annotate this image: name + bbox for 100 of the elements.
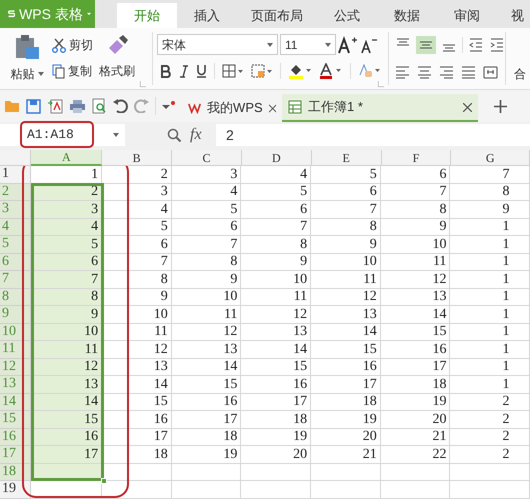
document-tab[interactable]: 我的WPS: [182, 94, 282, 122]
table-cell: 7: [31, 271, 102, 288]
row-header[interactable]: 19: [0, 481, 32, 498]
ribbon-tab[interactable]: 审阅: [437, 3, 497, 28]
table-cell: 18: [380, 376, 450, 394]
table-cell: 6: [311, 184, 381, 201]
table-cell: 1: [450, 236, 530, 254]
cut-button[interactable]: 剪切: [52, 36, 93, 54]
formula-field[interactable]: 2: [216, 124, 530, 146]
table-cell: 19: [241, 428, 312, 446]
table-cell: 9: [241, 254, 312, 271]
align-center-icon[interactable]: [417, 66, 432, 79]
printer-icon[interactable]: [69, 98, 86, 114]
table-cell: 1: [450, 341, 530, 358]
close-icon[interactable]: [463, 102, 472, 112]
save-icon[interactable]: [26, 98, 41, 114]
table-cell: 20: [380, 411, 450, 428]
underline-icon[interactable]: [196, 64, 207, 78]
function-label[interactable]: fx: [190, 123, 208, 147]
align-middle-icon[interactable]: [416, 36, 436, 54]
table-cell: 18: [241, 411, 312, 428]
table-cell: 16: [241, 376, 312, 394]
table-cell: 21: [311, 446, 381, 464]
column-header[interactable]: G: [451, 150, 530, 166]
table-cell: 15: [241, 358, 312, 376]
caret-icon: [38, 72, 44, 76]
table-cell: 1: [450, 324, 530, 341]
table-cell: 6: [380, 166, 450, 184]
fill-color-icon[interactable]: [288, 63, 312, 79]
table-cell: 14: [311, 324, 381, 341]
table-cell: 8: [102, 271, 172, 288]
paste-button[interactable]: 粘贴: [8, 34, 46, 89]
eraser-icon[interactable]: [358, 63, 382, 79]
pattern-icon[interactable]: [251, 64, 273, 78]
table-cell: 9: [450, 201, 530, 218]
table-cell: 14: [380, 306, 450, 324]
close-icon[interactable]: [268, 104, 276, 112]
fill-handle[interactable]: [101, 478, 107, 484]
copy-button[interactable]: 复制: [52, 62, 93, 80]
row-header[interactable]: 1: [0, 166, 32, 184]
table-cell: 4: [241, 166, 312, 184]
table-cell: 15: [311, 341, 381, 358]
bold-icon[interactable]: [161, 64, 172, 78]
table-cell: 2: [450, 428, 530, 446]
font-color-icon[interactable]: [319, 63, 343, 79]
format-painter-button[interactable]: 格式刷: [99, 34, 135, 89]
table-cell: 5: [241, 184, 312, 201]
table-cell: 4: [102, 201, 172, 218]
launcher-icon: [378, 81, 384, 87]
add-tab-icon[interactable]: [494, 100, 507, 112]
table-cell: 10: [172, 288, 242, 306]
ribbon-tab[interactable]: 开始: [117, 3, 177, 28]
align-left-icon[interactable]: [395, 66, 410, 79]
dropdown-dot-icon[interactable]: [162, 100, 176, 112]
grow-font-icon[interactable]: [338, 36, 358, 54]
table-cell: 21: [380, 428, 450, 446]
table-cell: 2: [102, 166, 172, 184]
table-cell: 18: [102, 446, 172, 464]
distribute-icon[interactable]: [483, 66, 498, 79]
font-name-field[interactable]: 宋体: [157, 34, 278, 55]
column-header[interactable]: E: [312, 150, 382, 166]
table-cell: 13: [31, 376, 102, 394]
column-header[interactable]: C: [172, 150, 242, 166]
table-cell: 10: [311, 254, 381, 271]
column-header[interactable]: A: [31, 150, 102, 166]
italic-icon[interactable]: [179, 64, 189, 78]
increase-indent-icon[interactable]: [489, 37, 505, 53]
table-cell: 8: [241, 236, 312, 254]
ribbon-tab[interactable]: 视: [497, 3, 530, 28]
justify-icon[interactable]: [461, 66, 476, 79]
table-cell: 2: [450, 394, 530, 411]
column-header[interactable]: F: [382, 150, 452, 166]
caret-icon: [113, 133, 119, 137]
font-size-field[interactable]: 11: [280, 34, 336, 55]
table-cell: 11: [241, 288, 312, 306]
borders-icon[interactable]: [222, 64, 244, 78]
zoom-icon[interactable]: [167, 128, 182, 142]
ribbon-tab[interactable]: 公式: [317, 3, 377, 28]
table-cell: 11: [380, 254, 450, 271]
pdf-export-icon[interactable]: [47, 98, 63, 114]
decrease-indent-icon[interactable]: [468, 37, 484, 53]
table-cell: 14: [241, 341, 312, 358]
table-cell: 19: [172, 446, 242, 464]
table-cell: 11: [311, 271, 381, 288]
scissors-icon: [52, 38, 66, 52]
name-box[interactable]: A1:A18: [0, 124, 125, 146]
print-preview-icon[interactable]: [92, 98, 107, 114]
ribbon-tab[interactable]: 插入: [177, 3, 237, 28]
table-cell: 1: [450, 306, 530, 324]
column-header[interactable]: D: [242, 150, 312, 166]
ribbon-tab[interactable]: 数据: [377, 3, 437, 28]
table-cell: 16: [311, 358, 381, 376]
column-header[interactable]: B: [102, 150, 172, 166]
table-cell: 14: [102, 376, 172, 394]
align-right-icon[interactable]: [439, 66, 454, 79]
merge-label[interactable]: 合: [514, 65, 526, 83]
table-cell: 4: [172, 184, 242, 201]
document-tab[interactable]: 工作簿1 *: [282, 94, 478, 122]
ribbon-tab[interactable]: 页面布局: [237, 3, 317, 28]
undo-icon[interactable]: [113, 99, 128, 113]
